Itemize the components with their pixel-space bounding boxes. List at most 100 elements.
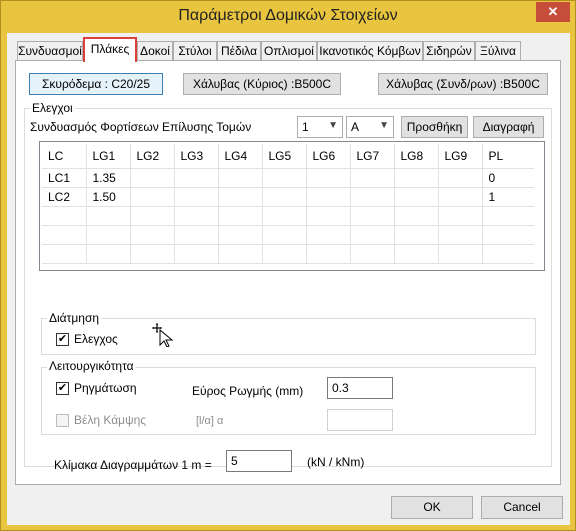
table-cell[interactable] [438,244,483,264]
table-row[interactable] [42,244,534,264]
shear-check-checkbox[interactable]: ✔ [56,333,69,346]
table-cell[interactable]: 0 [482,168,534,188]
table-cell[interactable] [262,168,307,188]
table-cell[interactable] [350,187,395,207]
table-cell[interactable] [218,244,263,264]
table-cell[interactable] [130,168,175,188]
table-cell[interactable] [262,206,307,226]
table-cell[interactable]: 1 [482,187,534,207]
window-title: Παράμετροι Δομικών Στοιχείων [178,7,398,24]
load-combination-label: Συνδυασμός Φορτίσεων Επίλυσης Τομών [30,120,252,134]
close-button[interactable]: ✕ [536,2,570,22]
table-cell[interactable] [482,206,534,226]
table-cell[interactable] [174,168,219,188]
ok-button[interactable]: OK [391,496,473,519]
column-header: LG6 [306,144,351,169]
tab-beams[interactable]: Δοκοί [137,41,173,61]
table-cell[interactable] [174,244,219,264]
table-cell[interactable] [306,187,351,207]
add-button[interactable]: Προσθήκη [401,116,468,138]
table-cell[interactable] [438,225,483,245]
table-cell[interactable] [262,225,307,245]
table-cell[interactable] [482,225,534,245]
tab-slabs[interactable]: Πλάκες [83,37,137,62]
table-cell[interactable]: LC2 [42,187,87,207]
column-header: LG4 [218,144,263,169]
table-cell[interactable] [42,225,87,245]
combination-letter-select[interactable]: A ▼ [346,116,394,138]
table-cell[interactable]: 1.35 [86,168,131,188]
table-cell[interactable] [394,187,439,207]
crack-width-label: Εύρος Ρωγμής (mm) [192,384,304,398]
dialog-window: Παράμετροι Δομικών Στοιχείων ✕ Συνδυασμο… [0,0,576,531]
table-cell[interactable] [42,244,87,264]
table-cell[interactable] [130,225,175,245]
table-cell[interactable] [306,244,351,264]
table-row[interactable]: LC2 1.50 1 [42,187,534,207]
table-cell[interactable]: 1.50 [86,187,131,207]
table-cell[interactable] [438,206,483,226]
table-cell[interactable] [130,244,175,264]
delete-button[interactable]: Διαγραφή [473,116,544,138]
table-cell[interactable] [306,206,351,226]
table-cell[interactable] [350,244,395,264]
table-cell[interactable] [394,168,439,188]
table-cell[interactable] [438,168,483,188]
load-combinations-table[interactable]: LC LG1 LG2 LG3 LG4 LG5 LG6 LG7 LG8 LG9 P… [39,141,545,271]
table-cell[interactable] [86,244,131,264]
table-cell[interactable] [350,168,395,188]
table-cell[interactable]: LC1 [42,168,87,188]
tab-steel[interactable]: Σιδηρών [423,41,475,61]
deflection-ratio-input[interactable] [327,409,393,431]
table-cell[interactable] [218,225,263,245]
cancel-button[interactable]: Cancel [481,496,563,519]
table-cell[interactable] [394,244,439,264]
table-row[interactable] [42,225,534,245]
table-cell[interactable] [306,168,351,188]
table-row[interactable]: LC1 1.35 0 [42,168,534,188]
table-cell[interactable] [438,187,483,207]
combinations-grid: LC LG1 LG2 LG3 LG4 LG5 LG6 LG7 LG8 LG9 P… [42,144,534,264]
table-cell[interactable] [218,168,263,188]
table-cell[interactable] [130,206,175,226]
concrete-button[interactable]: Σκυρόδεμα : C20/25 [29,73,163,95]
table-cell[interactable] [174,206,219,226]
table-cell[interactable] [174,187,219,207]
tab-timber[interactable]: Ξύλινα [475,41,521,61]
cracking-checkbox[interactable]: ✔ [56,382,69,395]
table-cell[interactable] [262,187,307,207]
table-cell[interactable] [262,244,307,264]
table-cell[interactable] [130,187,175,207]
table-cell[interactable] [350,225,395,245]
tab-combinations[interactable]: Συνδυασμοί [17,41,83,61]
table-cell[interactable] [482,244,534,264]
table-cell[interactable] [86,225,131,245]
tab-columns[interactable]: Στύλοι [173,41,217,61]
title-bar[interactable]: Παράμετροι Δομικών Στοιχείων ✕ [1,1,575,33]
steel-main-button[interactable]: Χάλυβας (Κύριος) :B500C [183,73,341,95]
table-cell[interactable] [394,225,439,245]
crack-width-input[interactable]: 0.3 [327,377,393,399]
diagram-scale-input[interactable]: 5 [226,450,292,472]
checks-group-label: Ελεγχοι [30,101,75,115]
table-cell[interactable] [218,206,263,226]
table-cell[interactable] [86,206,131,226]
deflection-checkbox[interactable] [56,414,69,427]
deflection-ratio-label: [l/α] α [196,415,224,427]
table-cell[interactable] [350,206,395,226]
table-cell[interactable] [306,225,351,245]
combination-number-select[interactable]: 1 ▼ [297,116,343,138]
tab-reinforcement[interactable]: Οπλισμοί [261,41,317,61]
steel-secondary-button[interactable]: Χάλυβας (Συνδ/ρων) :B500C [378,73,548,95]
serviceability-group-label: Λειτουργικότητα [47,359,136,373]
tab-joint-capacity[interactable]: Ικανοτικός Κόμβων [317,41,423,61]
table-row[interactable] [42,206,534,226]
table-cell[interactable] [394,206,439,226]
table-cell[interactable] [218,187,263,207]
column-header: LG9 [438,144,483,169]
shear-check-label: Ελεγχος [74,332,118,346]
table-cell[interactable] [174,225,219,245]
tab-footings[interactable]: Πέδιλα [217,41,261,61]
deflection-label: Βέλη Κάμψης [74,413,147,427]
table-cell[interactable] [42,206,87,226]
